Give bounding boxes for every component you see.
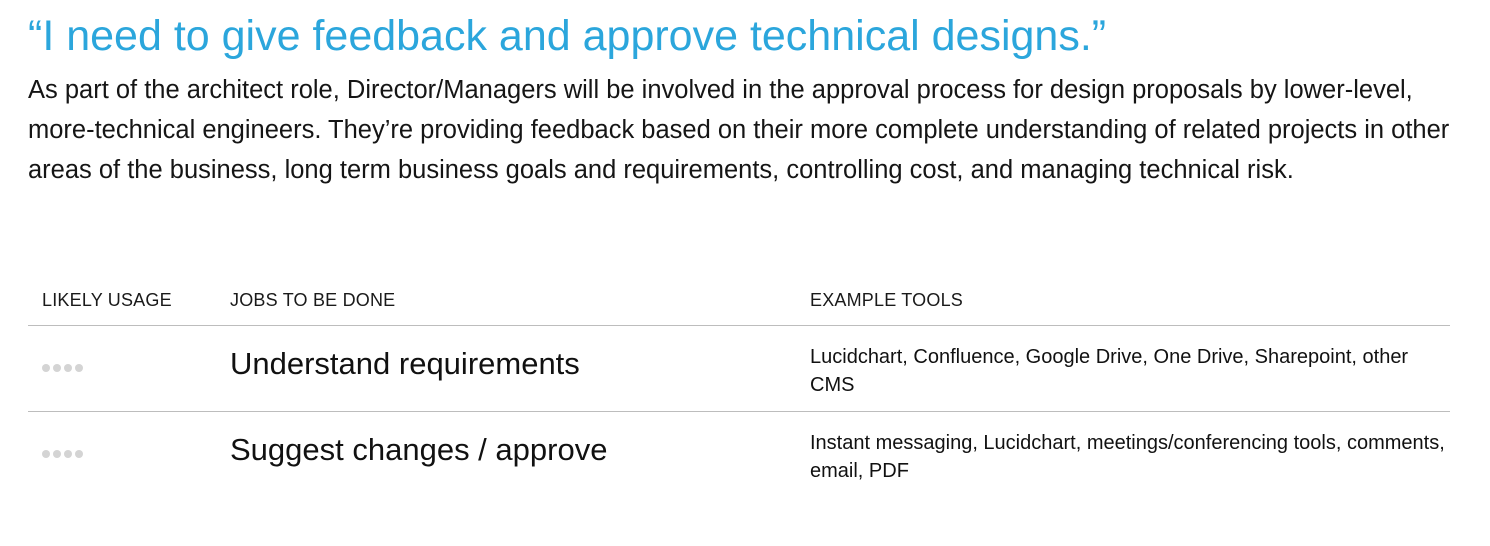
- usage-dot: [75, 364, 83, 372]
- job-label: Suggest changes / approve: [230, 432, 608, 467]
- usage-dot: [53, 364, 61, 372]
- page-title: “I need to give feedback and approve tec…: [28, 12, 1107, 60]
- usage-rating: [42, 364, 83, 372]
- header-jobs-to-be-done: JOBS TO BE DONE: [230, 290, 396, 310]
- header-likely-usage: LIKELY USAGE: [42, 290, 172, 310]
- table-row: Suggest changes / approve Instant messag…: [28, 412, 1450, 497]
- usage-dot: [64, 364, 72, 372]
- usage-dot: [64, 450, 72, 458]
- persona-need-section: “I need to give feedback and approve tec…: [28, 0, 1450, 482]
- usage-table: LIKELY USAGE JOBS TO BE DONE EXAMPLE TOO…: [28, 282, 1450, 497]
- usage-dot: [42, 364, 50, 372]
- table-header-row: LIKELY USAGE JOBS TO BE DONE EXAMPLE TOO…: [28, 282, 1450, 326]
- usage-dot: [53, 450, 61, 458]
- tools-list: Instant messaging, Lucidchart, meetings/…: [810, 432, 1445, 482]
- job-label: Understand requirements: [230, 346, 580, 381]
- usage-dot: [75, 450, 83, 458]
- table-row: Understand requirements Lucidchart, Conf…: [28, 326, 1450, 412]
- usage-rating: [42, 450, 83, 458]
- header-example-tools: EXAMPLE TOOLS: [810, 290, 963, 310]
- description-paragraph: As part of the architect role, Director/…: [28, 76, 1450, 184]
- tools-list: Lucidchart, Confluence, Google Drive, On…: [810, 346, 1409, 396]
- usage-dot: [42, 450, 50, 458]
